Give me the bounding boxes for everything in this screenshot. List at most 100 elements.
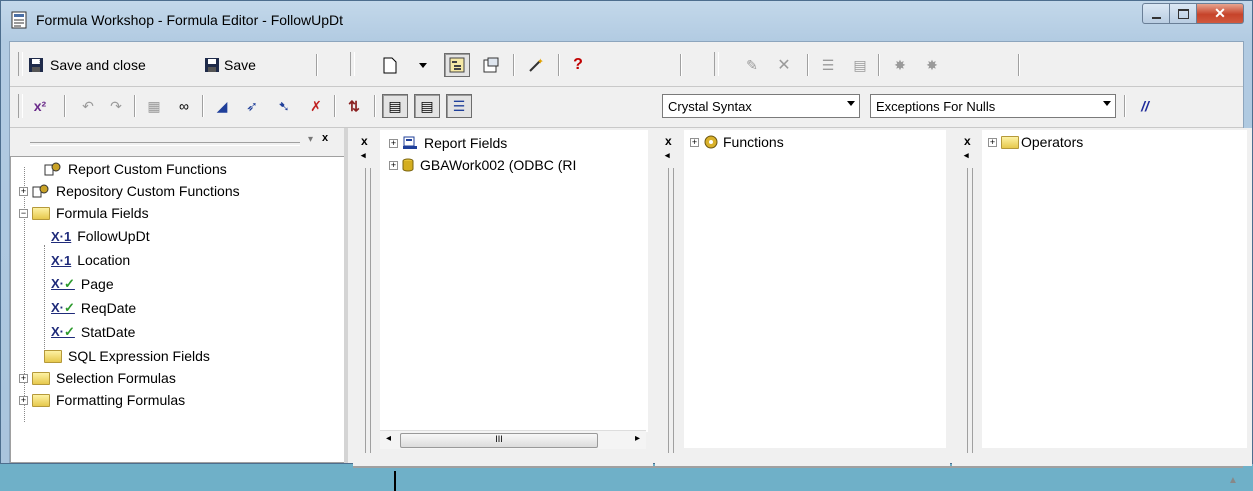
functions-pane-scroll-left-icon[interactable]: ◂ — [665, 150, 670, 161]
main-toolbar: × Save and close Save ✦ ? ✎ ✕ ☰ ▤ ✸ ✸ — [10, 42, 1243, 87]
fields-horizontal-scrollbar[interactable]: ◂ III ▸ — [380, 430, 646, 449]
operators-folder-icon — [1001, 135, 1019, 149]
expand-icon[interactable]: + — [389, 160, 398, 170]
tree-item-gbawork002[interactable]: + GBAWork002 (ODBC (RI — [389, 155, 576, 175]
collapse-icon[interactable]: − — [19, 208, 28, 218]
next-bookmark-icon: ➶ — [246, 97, 258, 114]
title-bar[interactable]: Formula Workshop - Formula Editor - Foll… — [1, 1, 1252, 41]
folder-icon — [32, 393, 50, 407]
fields-pane-close-icon[interactable]: x — [361, 134, 368, 148]
app-icon — [11, 11, 27, 29]
tree-panel-close-icon[interactable]: x — [322, 132, 328, 144]
sort-az-icon: ⇅ — [348, 97, 360, 114]
functions-pane-grip[interactable] — [668, 168, 674, 453]
bookmark-icon: ◢ — [216, 97, 228, 114]
tree-item-location[interactable]: X·1 Location — [51, 250, 130, 270]
tree-item-reqdate[interactable]: X·✓ ReqDate — [51, 298, 136, 318]
nulls-select[interactable]: Exceptions For Nulls — [870, 94, 1116, 118]
operators-pane-grip[interactable] — [967, 168, 973, 453]
update-repository-button[interactable]: ✸ — [920, 53, 944, 77]
syntax-select[interactable]: Crystal Syntax — [662, 94, 860, 118]
expand-icon[interactable]: + — [19, 373, 28, 383]
rename-button[interactable]: ✎ — [740, 53, 764, 77]
sort-fields-button[interactable]: ⇅ — [342, 94, 366, 118]
scroll-right-icon[interactable]: ▸ — [635, 433, 640, 444]
new-dropdown-button[interactable] — [416, 53, 430, 77]
tree-panel-grip[interactable] — [30, 142, 300, 146]
expert-button[interactable]: ✦ — [524, 53, 548, 77]
previous-bookmark-button[interactable]: ➷ — [272, 94, 296, 118]
expand-icon[interactable]: + — [988, 137, 997, 147]
tree-item-report-custom-functions[interactable]: Report Custom Functions — [31, 159, 227, 179]
formula-toolbar: x² ↶ ↷ ▦ ∞ ◢ ➶ ➷ ✗ ⇅ ▤ ▤ ☰ Crystal Synta… — [10, 86, 1243, 128]
tree-item-formatting-formulas[interactable]: + Formatting Formulas — [19, 390, 185, 410]
close-button[interactable]: ✕ — [1197, 3, 1244, 24]
chevron-down-icon — [419, 62, 427, 68]
vertical-splitter[interactable] — [344, 128, 348, 463]
tree-item-report-fields[interactable]: + Report Fields — [389, 133, 507, 153]
maximize-button[interactable] — [1170, 3, 1197, 24]
add-to-repository-button[interactable]: ✸ — [888, 53, 912, 77]
operators-pane-scroll-left-icon[interactable]: ◂ — [964, 150, 969, 161]
expand-icon[interactable]: + — [690, 137, 699, 147]
fields-pane-scroll-left-icon[interactable]: ◂ — [361, 150, 366, 161]
operators-pane-close-icon[interactable]: x — [964, 134, 971, 148]
use-editor-button[interactable]: ☰ — [816, 53, 840, 77]
tree-item-functions[interactable]: + Functions — [690, 132, 784, 152]
save-and-close-button[interactable]: × Save and close — [28, 53, 198, 77]
tree-item-page[interactable]: X·✓ Page — [51, 274, 114, 294]
tree-item-formula-fields[interactable]: − Formula Fields — [19, 203, 149, 223]
toolbar-grip[interactable] — [18, 94, 23, 118]
toolbar-grip[interactable] — [714, 52, 719, 76]
client-area: × Save and close Save ✦ ? ✎ ✕ ☰ ▤ ✸ ✸ x²… — [9, 41, 1252, 491]
properties-button[interactable] — [478, 53, 504, 77]
tree-item-statdate[interactable]: X·✓ StatDate — [51, 322, 135, 342]
expand-icon[interactable]: + — [389, 138, 398, 148]
toggle-editor-button[interactable]: ▤ — [848, 53, 872, 77]
tree-item-followupdt[interactable]: X·1 FollowUpDt — [51, 226, 150, 246]
tree-panel-collapse-icon[interactable]: ▾ — [308, 134, 313, 145]
tree-item-label: StatDate — [80, 324, 136, 340]
delete-button[interactable]: ✕ — [772, 53, 796, 77]
operators-tree[interactable]: + Operators — [982, 130, 1247, 448]
chevron-down-icon — [1103, 101, 1111, 106]
fields-tree[interactable]: + Report Fields + GBAWork002 (ODBC (RI — [380, 130, 648, 432]
functions-pane-close-icon[interactable]: x — [665, 134, 672, 148]
tree-item-selection-formulas[interactable]: + Selection Formulas — [19, 368, 176, 388]
comment-button[interactable]: // — [1132, 94, 1158, 118]
scrollbar-thumb[interactable]: III — [400, 433, 598, 448]
tree-item-sql-expression-fields[interactable]: SQL Expression Fields — [31, 346, 210, 366]
check-formula-button[interactable]: x² — [26, 94, 54, 118]
help-button[interactable]: ? — [568, 53, 588, 77]
redo-button[interactable]: ↷ — [104, 94, 128, 118]
expand-icon[interactable]: + — [19, 395, 28, 405]
find-button[interactable]: ∞ — [172, 94, 196, 118]
scroll-left-icon[interactable]: ◂ — [386, 433, 391, 444]
show-operators-button[interactable]: ☰ — [446, 94, 472, 118]
tree-item-repository-custom-functions[interactable]: + Repository Custom Functions — [19, 181, 240, 201]
toolbar-grip[interactable] — [350, 52, 355, 76]
show-fields-button[interactable]: ▤ — [382, 94, 408, 118]
minimize-button[interactable] — [1142, 3, 1170, 24]
clear-bookmarks-button[interactable]: ✗ — [304, 94, 328, 118]
browse-data-button[interactable]: ▦ — [142, 94, 166, 118]
next-bookmark-button[interactable]: ➶ — [240, 94, 264, 118]
toolbar-grip[interactable] — [18, 52, 23, 76]
save-button[interactable]: Save — [204, 53, 294, 77]
tree-item-label: Report Custom Functions — [68, 161, 227, 177]
formula-text-editor[interactable]: ▲ — [353, 466, 1243, 491]
toggle-bookmark-button[interactable]: ◢ — [210, 94, 234, 118]
workshop-tree[interactable]: Report Custom Functions + Repository Cus… — [10, 156, 345, 463]
svg-text:✦: ✦ — [537, 57, 544, 66]
undo-button[interactable]: ↶ — [76, 94, 100, 118]
tree-item-operators[interactable]: + Operators — [988, 132, 1083, 152]
close-icon: ✕ — [1214, 5, 1226, 21]
fields-pane-grip[interactable] — [365, 168, 371, 453]
scroll-up-icon[interactable]: ▲ — [1228, 475, 1238, 486]
functions-tree[interactable]: + Functions — [684, 130, 946, 448]
show-functions-button[interactable]: ▤ — [414, 94, 440, 118]
toggle-tree-button[interactable] — [444, 53, 470, 77]
expand-icon[interactable]: + — [19, 186, 28, 196]
new-button[interactable] — [380, 53, 400, 77]
nulls-select-value: Exceptions For Nulls — [876, 98, 996, 114]
